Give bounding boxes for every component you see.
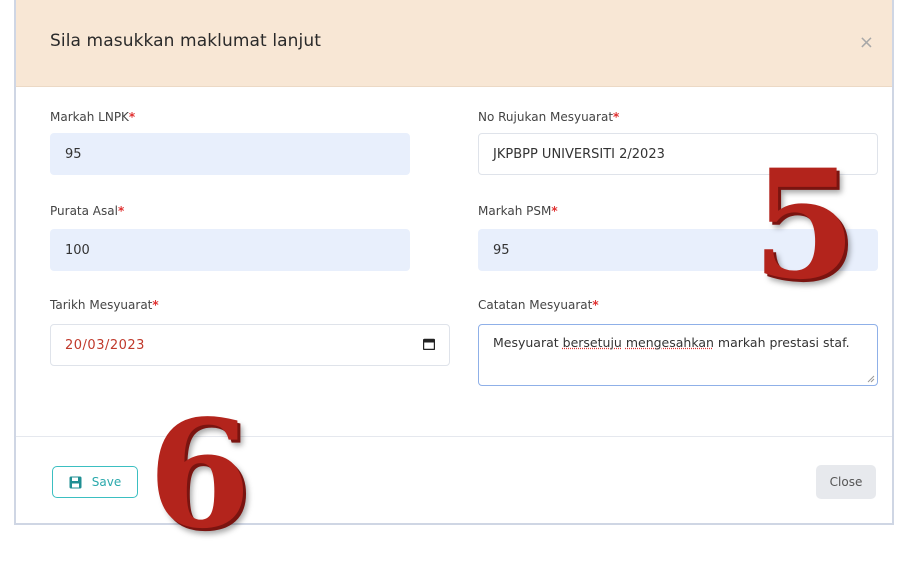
- markah-lnpk-label: Markah LNPK*: [50, 110, 135, 124]
- catatan-text-2: bersetuju: [562, 335, 622, 350]
- no-rujukan-label-text: No Rujukan Mesyuarat: [478, 110, 614, 124]
- catatan-text-1: Mesyuarat: [493, 335, 563, 350]
- required-marker: *: [592, 298, 599, 312]
- catatan-label-text: Catatan Mesyuarat: [478, 298, 593, 312]
- catatan-text-4: mengesahkan: [625, 335, 714, 350]
- catatan-text-5: markah prestasi staf.: [713, 335, 850, 350]
- required-marker: *: [551, 204, 558, 218]
- annotation-number-5: 5: [752, 137, 857, 313]
- purata-asal-value: 100: [65, 242, 90, 258]
- markah-psm-label: Markah PSM*: [478, 204, 558, 218]
- required-marker: *: [152, 298, 159, 312]
- close-button-label: Close: [829, 475, 863, 489]
- purata-asal-label: Purata Asal*: [50, 204, 124, 218]
- tarikh-label: Tarikh Mesyuarat*: [50, 298, 159, 312]
- save-button-label: Save: [91, 475, 122, 489]
- tarikh-label-text: Tarikh Mesyuarat: [50, 298, 153, 312]
- catatan-value: Mesyuarat bersetuju mengesahkan markah p…: [493, 333, 850, 352]
- catatan-textarea[interactable]: Mesyuarat bersetuju mengesahkan markah p…: [478, 324, 878, 386]
- calendar-icon[interactable]: [423, 338, 435, 350]
- markah-lnpk-value: 95: [65, 146, 82, 162]
- tarikh-date-input[interactable]: 20/03/2023: [50, 324, 450, 366]
- required-marker: *: [117, 204, 125, 218]
- required-marker: *: [613, 110, 620, 124]
- close-button[interactable]: Close: [816, 465, 876, 499]
- resize-grip-icon[interactable]: [867, 375, 875, 383]
- tarikh-value: 20/03/2023: [65, 337, 145, 353]
- markah-lnpk-label-text: Markah LNPK: [50, 110, 129, 124]
- no-rujukan-value: JKPBPP UNIVERSITI 2/2023: [493, 146, 665, 162]
- modal-title: Sila masukkan maklumat lanjut: [50, 31, 321, 51]
- markah-psm-label-text: Markah PSM: [478, 204, 552, 218]
- markah-psm-value: 95: [493, 242, 510, 258]
- required-marker: *: [128, 110, 136, 124]
- purata-asal-label-text: Purata Asal: [50, 204, 118, 218]
- modal-header: Sila masukkan maklumat lanjut ×: [16, 0, 892, 87]
- floppy-disk-icon: [69, 476, 82, 488]
- annotation-number-6: 6: [148, 387, 251, 561]
- close-icon[interactable]: ×: [859, 32, 874, 53]
- catatan-label: Catatan Mesyuarat*: [478, 298, 599, 312]
- save-button[interactable]: Save: [52, 466, 138, 498]
- markah-lnpk-input[interactable]: 95: [50, 133, 410, 175]
- purata-asal-input[interactable]: 100: [50, 229, 410, 271]
- no-rujukan-label: No Rujukan Mesyuarat*: [478, 110, 619, 124]
